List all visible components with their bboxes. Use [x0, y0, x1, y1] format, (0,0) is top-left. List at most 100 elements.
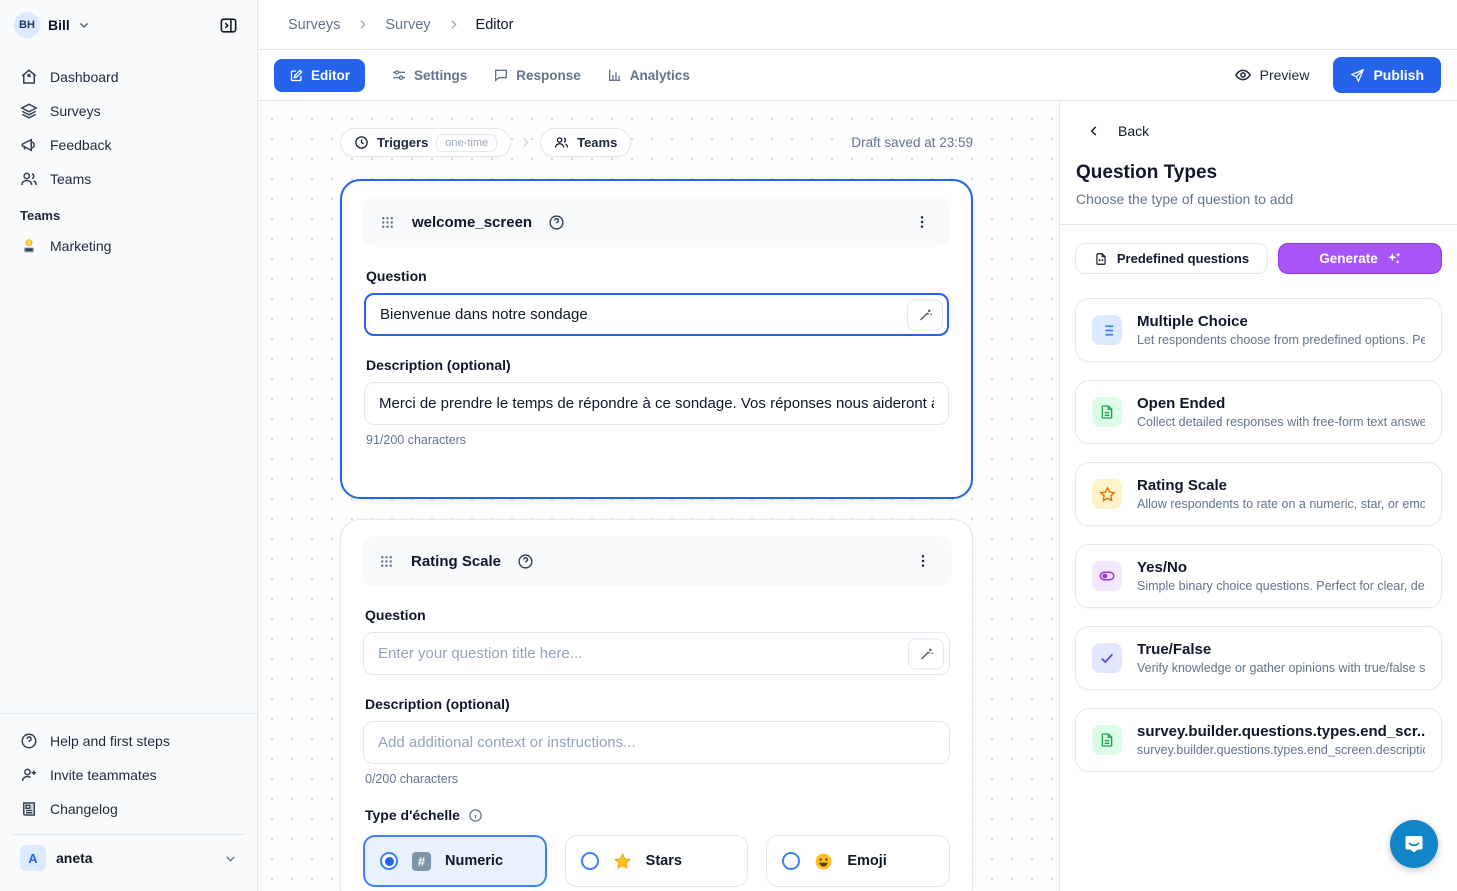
scale-option-label: Stars	[646, 853, 682, 869]
canvas-toolbar: Triggers one-time Teams Draft saved at 2…	[340, 128, 973, 157]
description-field-label: Description (optional)	[365, 696, 948, 712]
app-root: BH Bill Dashboard Surveys Feedback T	[0, 0, 1457, 891]
sidebar-item-invite[interactable]: Invite teammates	[12, 758, 245, 792]
user-plus-icon	[20, 766, 38, 784]
sidebar-item-label: Marketing	[50, 238, 111, 254]
ai-rewrite-button[interactable]	[908, 638, 944, 669]
trigger-type-badge: one-time	[436, 134, 497, 152]
scale-option-label: Emoji	[847, 853, 886, 869]
chat-bubble-icon	[1402, 832, 1426, 856]
sidebar-footer: Help and first steps Invite teammates Ch…	[0, 713, 257, 891]
radio-icon	[581, 852, 599, 870]
clock-icon	[354, 135, 369, 150]
back-label: Back	[1118, 123, 1149, 139]
scale-option-numeric[interactable]: # Numeric	[363, 835, 547, 887]
generate-button[interactable]: Generate	[1278, 243, 1442, 274]
question-type-description: Verify knowledge or gather opinions with…	[1137, 661, 1425, 675]
scale-option-stars[interactable]: Stars	[565, 835, 749, 887]
breadcrumb: Surveys Survey Editor	[258, 0, 1457, 50]
question-type-yes-no[interactable]: Yes/No Simple binary choice questions. P…	[1075, 544, 1442, 608]
drag-handle-icon[interactable]	[379, 214, 396, 231]
smiley-emoji	[814, 852, 833, 871]
question-type-end-screen[interactable]: survey.builder.questions.types.end_scr..…	[1075, 708, 1442, 772]
bar-chart-icon	[607, 67, 623, 83]
megaphone-icon	[20, 136, 38, 154]
question-type-description: Let respondents choose from predefined o…	[1137, 333, 1425, 347]
help-circle-icon[interactable]	[548, 214, 565, 231]
tab-analytics[interactable]: Analytics	[607, 67, 690, 83]
woman-technologist-emoji	[20, 237, 38, 255]
list-icon	[1092, 315, 1122, 345]
question-types-panel: Back Question Types Choose the type of q…	[1059, 101, 1457, 891]
question-description-input[interactable]	[364, 382, 949, 425]
panel-subtitle: Choose the type of question to add	[1060, 184, 1457, 207]
workspace-avatar: BH	[14, 12, 40, 38]
question-type-true-false[interactable]: True/False Verify knowledge or gather op…	[1075, 626, 1442, 690]
teams-chip[interactable]: Teams	[540, 128, 631, 157]
ai-rewrite-button[interactable]	[907, 299, 943, 330]
question-type-title: Rating Scale	[1137, 477, 1425, 494]
question-type-rating-scale[interactable]: Rating Scale Allow respondents to rate o…	[1075, 462, 1442, 526]
question-card-header: welcome_screen	[362, 197, 951, 247]
card-menu-kebab-icon[interactable]	[910, 210, 934, 234]
card-menu-kebab-icon[interactable]	[911, 549, 935, 573]
breadcrumb-editor: Editor	[476, 17, 514, 33]
survey-canvas: Triggers one-time Teams Draft saved at 2…	[258, 101, 1059, 891]
question-type-description: Allow respondents to rate on a numeric, …	[1137, 497, 1425, 511]
breadcrumb-survey[interactable]: Survey	[385, 17, 430, 33]
tab-label: Analytics	[630, 68, 690, 83]
tab-settings[interactable]: Settings	[391, 67, 467, 83]
question-type-multiple-choice[interactable]: Multiple Choice Let respondents choose f…	[1075, 298, 1442, 362]
sidebar-item-teams[interactable]: Teams	[12, 162, 245, 196]
sidebar-item-changelog[interactable]: Changelog	[12, 792, 245, 826]
predefined-questions-button[interactable]: Predefined questions	[1075, 243, 1268, 274]
question-type-open-ended[interactable]: Open Ended Collect detailed responses wi…	[1075, 380, 1442, 444]
question-field-label: Question	[366, 268, 947, 284]
user-menu[interactable]: A aneta	[12, 834, 245, 883]
preview-button[interactable]: Preview	[1234, 66, 1310, 84]
question-type-description: Collect detailed responses with free-for…	[1137, 415, 1425, 429]
teams-section-label: Teams	[12, 196, 245, 229]
star-emoji	[613, 852, 632, 871]
breadcrumb-surveys[interactable]: Surveys	[288, 17, 340, 33]
sidebar-item-dashboard[interactable]: Dashboard	[12, 60, 245, 94]
publish-button[interactable]: Publish	[1333, 57, 1441, 93]
sidebar-item-feedback[interactable]: Feedback	[12, 128, 245, 162]
question-type-text: Multiple Choice Let respondents choose f…	[1137, 313, 1425, 347]
info-circle-icon[interactable]	[468, 808, 483, 823]
help-circle-icon[interactable]	[517, 553, 534, 570]
back-button[interactable]: Back	[1060, 123, 1457, 139]
triggers-chip[interactable]: Triggers one-time	[340, 128, 511, 157]
tab-editor[interactable]: Editor	[274, 59, 365, 92]
sidebar-item-team-marketing[interactable]: Marketing	[12, 229, 245, 263]
question-title-input[interactable]	[363, 632, 950, 675]
radio-selected-icon	[380, 852, 398, 870]
question-title-input[interactable]	[364, 293, 949, 336]
pencil-square-icon	[289, 68, 304, 83]
user-name: aneta	[56, 850, 93, 866]
sidebar-item-help[interactable]: Help and first steps	[12, 724, 245, 758]
drag-handle-icon[interactable]	[378, 553, 395, 570]
scale-option-emoji[interactable]: Emoji	[766, 835, 950, 887]
tab-response[interactable]: Response	[493, 67, 581, 83]
toolbar-actions: Preview Publish	[1234, 57, 1441, 93]
send-icon	[1350, 68, 1365, 83]
sidebar-collapse-button[interactable]	[213, 10, 243, 40]
question-type-description: Simple binary choice questions. Perfect …	[1137, 579, 1425, 593]
chat-launcher-button[interactable]	[1390, 820, 1438, 868]
chevron-right-icon	[447, 18, 460, 31]
workspace-switcher[interactable]: BH Bill	[0, 0, 257, 50]
teams-chip-label: Teams	[577, 135, 617, 150]
question-card-rating-scale[interactable]: Rating Scale Question	[340, 519, 973, 891]
newspaper-icon	[20, 800, 38, 818]
question-card-welcome-screen[interactable]: welcome_screen Question	[340, 179, 973, 499]
chevron-left-icon	[1087, 124, 1101, 138]
question-type-title: Yes/No	[1137, 559, 1425, 576]
sidebar-item-label: Feedback	[50, 137, 111, 153]
generate-label: Generate	[1319, 251, 1378, 266]
description-field-label: Description (optional)	[366, 357, 947, 373]
question-description-input[interactable]	[363, 721, 950, 764]
sidebar-item-surveys[interactable]: Surveys	[12, 94, 245, 128]
file-text-icon	[1092, 725, 1122, 755]
message-icon	[493, 67, 509, 83]
